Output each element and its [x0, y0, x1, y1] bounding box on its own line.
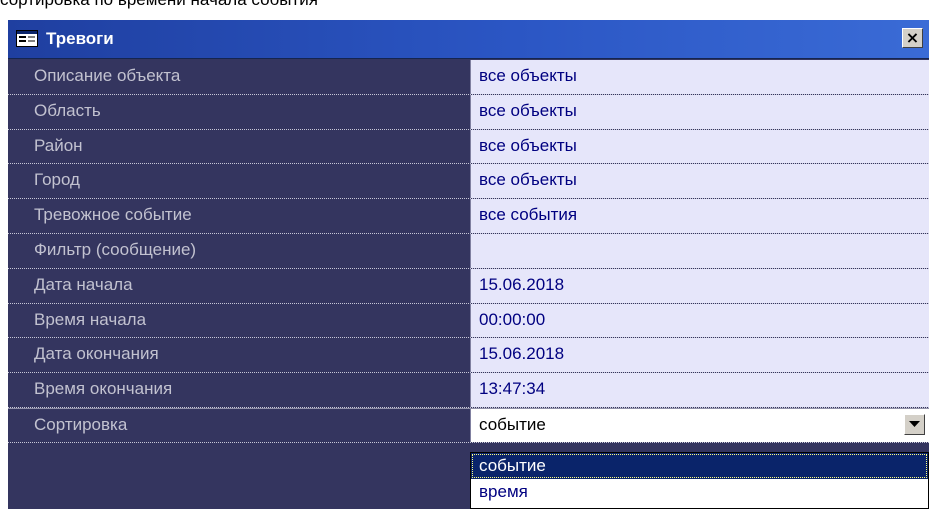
- row-label: Описание объекта: [8, 60, 470, 94]
- row-end-time[interactable]: Время окончания 13:47:34: [8, 373, 929, 408]
- title-bar[interactable]: Тревоги ×: [8, 20, 929, 59]
- row-value[interactable]: все объекты: [470, 164, 929, 199]
- close-icon: ×: [905, 28, 920, 47]
- row-region[interactable]: Область все объекты: [8, 94, 929, 130]
- row-value[interactable]: 15.06.2018: [470, 268, 929, 303]
- row-label: Область: [8, 94, 470, 129]
- row-sort[interactable]: Сортировка событие: [8, 407, 929, 443]
- row-object-description[interactable]: Описание объекта все объекты: [8, 60, 929, 95]
- row-value[interactable]: все события: [470, 199, 929, 233]
- alarms-window: Тревоги × Описание объекта все объекты О…: [8, 20, 929, 509]
- row-alarm-event[interactable]: Тревожное событие все события: [8, 199, 929, 234]
- sort-selected-value: событие: [479, 414, 546, 434]
- row-label: Дата начала: [8, 268, 470, 303]
- row-label: Город: [8, 164, 470, 199]
- row-value[interactable]: 13:47:34: [470, 373, 929, 407]
- close-button[interactable]: ×: [902, 28, 923, 48]
- row-end-date[interactable]: Дата окончания 15.06.2018: [8, 338, 929, 374]
- row-city[interactable]: Город все объекты: [8, 164, 929, 200]
- window-icon: [16, 30, 38, 47]
- chevron-down-icon: [909, 420, 920, 427]
- sort-dropdown-list: событие время: [470, 452, 929, 509]
- page-caption: сортировка по времени начала события: [0, 0, 318, 10]
- row-label: Район: [8, 129, 470, 164]
- row-label: Время окончания: [8, 373, 470, 407]
- row-value[interactable]: [470, 233, 929, 268]
- row-start-date[interactable]: Дата начала 15.06.2018: [8, 268, 929, 304]
- row-value[interactable]: 15.06.2018: [470, 338, 929, 373]
- dropdown-button[interactable]: [904, 413, 925, 435]
- row-value[interactable]: все объекты: [470, 129, 929, 164]
- row-label: Фильтр (сообщение): [8, 233, 470, 268]
- row-value[interactable]: 00:00:00: [470, 303, 929, 338]
- row-value[interactable]: все объекты: [470, 60, 929, 94]
- filter-grid: Описание объекта все объекты Область все…: [8, 60, 929, 443]
- sort-select[interactable]: событие: [470, 408, 929, 442]
- window-title: Тревоги: [46, 29, 114, 48]
- row-district[interactable]: Район все объекты: [8, 129, 929, 165]
- row-label: Тревожное событие: [8, 199, 470, 233]
- sort-label: Сортировка: [8, 408, 470, 442]
- row-label: Дата окончания: [8, 338, 470, 373]
- sort-option-event[interactable]: событие: [471, 453, 928, 479]
- sort-option-time[interactable]: время: [471, 479, 928, 505]
- row-start-time[interactable]: Время начала 00:00:00: [8, 303, 929, 339]
- row-label: Время начала: [8, 303, 470, 338]
- row-value[interactable]: все объекты: [470, 94, 929, 129]
- row-message-filter[interactable]: Фильтр (сообщение): [8, 233, 929, 269]
